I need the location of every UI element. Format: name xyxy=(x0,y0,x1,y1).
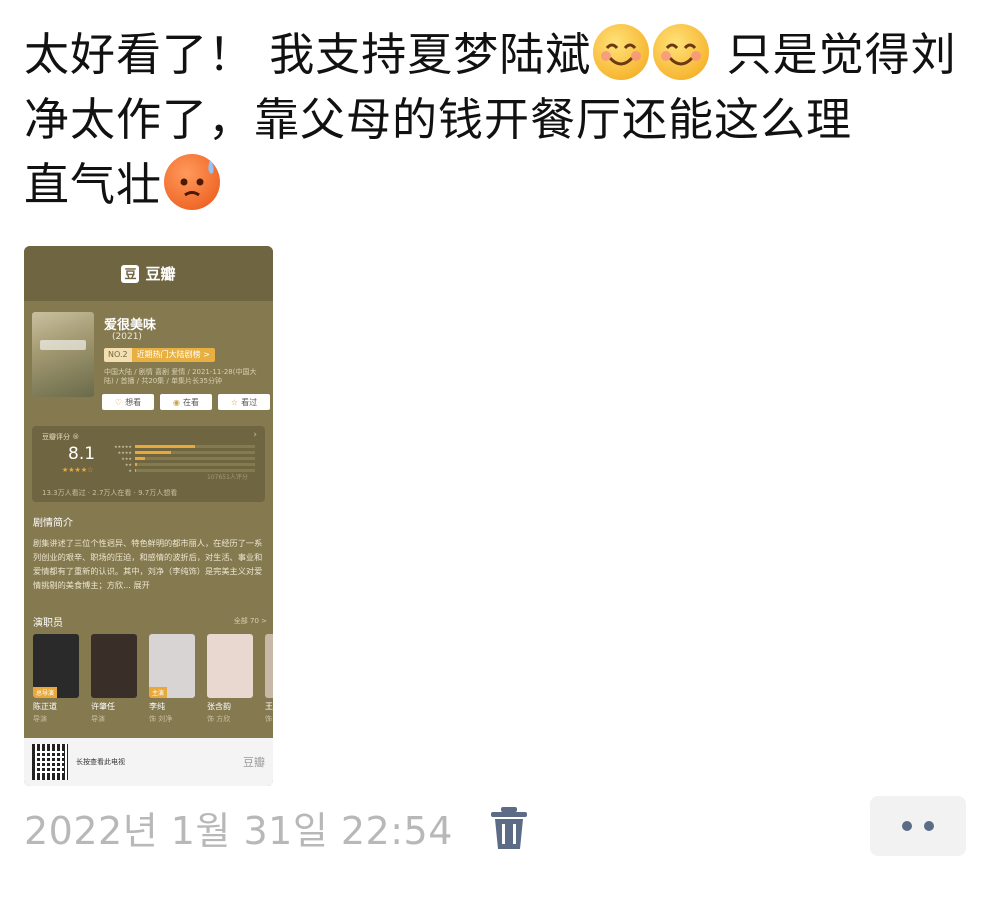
douban-share-card[interactable]: 豆 豆瓣 爱很美味 (2021) NO.2 近期热门大陆剧榜 > 中国大陆 / … xyxy=(24,246,273,786)
post-meta: 2022년 1월 31일 22:54 xyxy=(24,800,529,855)
rating-bar-fill xyxy=(135,451,171,454)
card-brand: 豆瓣 xyxy=(145,265,176,283)
dot-icon xyxy=(902,821,912,831)
rating-bar-fill xyxy=(135,445,195,448)
rating-bar-row: ★★ xyxy=(110,462,255,467)
cast-name: 许肇任 xyxy=(91,702,115,711)
cast-photo: 总导演 xyxy=(33,634,79,698)
card-header: 豆 豆瓣 xyxy=(24,246,273,301)
cast-name: 王 xyxy=(265,702,273,711)
rating-label: 豆瓣评分 ® xyxy=(42,433,80,441)
cast-title: 演职员 xyxy=(33,618,63,629)
cast-name: 陈正道 xyxy=(33,702,57,711)
want-to-watch-button: ♡ 想看 xyxy=(102,394,154,410)
rating-bar-stars: ★★ xyxy=(124,462,132,467)
post-line-1: 太好看了！ 我支持夏梦陆斌 xyxy=(24,28,592,81)
rank-badge: NO.2 近期热门大陆剧榜 > xyxy=(104,348,215,362)
timestamp: 2022년 1월 31일 22:54 xyxy=(24,809,453,853)
watching-button: ◉ 在看 xyxy=(160,394,212,410)
heart-icon: ♡ xyxy=(114,397,123,407)
movie-year: (2021) xyxy=(112,332,142,342)
cast-photo xyxy=(91,634,137,698)
rating-distribution: ★★★★★ ★★★★ ★★★ ★★ ★ xyxy=(110,444,255,474)
smiling-face-icon xyxy=(593,24,650,80)
rating-bar-row: ★★★★★ xyxy=(110,444,255,449)
rating-bar-stars: ★ xyxy=(128,468,132,473)
rating-bar-row: ★★★★ xyxy=(110,450,255,455)
rating-bar-row: ★★★ xyxy=(110,456,255,461)
more-options-button[interactable] xyxy=(870,796,966,856)
cast-member: 王饰 xyxy=(265,634,273,724)
post-line-3: 直气壮 xyxy=(24,158,163,211)
cast-photo xyxy=(265,634,273,698)
qr-code xyxy=(32,744,68,780)
cast-role: 饰 方欣 xyxy=(207,715,231,723)
movie-meta: 中国大陆 / 剧情 喜剧 爱情 / 2021-11-28(中国大陆) / 首播 … xyxy=(104,368,257,385)
cast-member: 张含韵饰 方欣 xyxy=(207,634,253,724)
cast-role: 导演 xyxy=(91,715,105,723)
cast-member: 主演 李纯饰 刘净 xyxy=(149,634,195,724)
cast-more-link: 全部 70 > xyxy=(233,617,267,625)
rating-footer: 13.3万人看过 · 2.7万人在看 · 9.7万人想看 xyxy=(42,489,178,497)
rating-bar-fill xyxy=(135,457,145,460)
cast-photo xyxy=(207,634,253,698)
post-line-2: 净太作了，靠父母的钱开餐厅还能这么理 xyxy=(24,93,853,146)
cast-tag: 主演 xyxy=(149,687,168,698)
rating-bar-fill xyxy=(135,463,138,466)
rating-bar-stars: ★★★★★ xyxy=(114,444,132,449)
cast-name: 李纯 xyxy=(149,702,165,711)
chevron-right-icon: › xyxy=(253,430,257,440)
cast-member: 许肇任 导演 xyxy=(91,634,137,724)
rank-number: NO.2 xyxy=(104,348,132,362)
post-text: 太好看了！ 我支持夏梦陆斌 只是觉得刘 净太作了，靠父母的钱开餐厅还能这么理 直… xyxy=(24,22,974,217)
rating-bar-fill xyxy=(135,469,137,472)
cast-name: 张含韵 xyxy=(207,702,231,711)
post-line-1b: 只是觉得刘 xyxy=(711,28,957,81)
watched-button: ☆ 看过 xyxy=(218,394,270,410)
rating-score: 8.1 xyxy=(68,444,96,464)
rating-bar-stars: ★★★★ xyxy=(117,450,132,455)
rating-box: 豆瓣评分 ® › 8.1 ★★★★☆ ★★★★★ ★★★★ ★★★ ★★ ★ 10765… xyxy=(32,426,265,502)
footer-brand: 豆瓣 xyxy=(243,756,265,769)
cast-list: 总导演 陈正道 导演 许肇任 导演 主演 李纯饰 刘净 张含韵饰 方欣王饰 xyxy=(33,634,273,724)
movie-title: 爱很美味 xyxy=(104,318,157,333)
cast-photo: 主演 xyxy=(149,634,195,698)
anxious-sweat-face-icon xyxy=(164,154,221,210)
cast-role: 饰 xyxy=(265,715,272,723)
synopsis-text: 剧集讲述了三位个性迥异、特色鲜明的都市丽人，在经历了一系列创业的艰辛、职场的压迫… xyxy=(33,538,263,590)
footer-hint: 长按查看此电视 xyxy=(76,758,125,766)
smiling-face-icon xyxy=(653,24,710,80)
movie-poster xyxy=(32,312,94,397)
card-footer: 长按查看此电视 豆瓣 xyxy=(24,738,273,786)
synopsis-title: 剧情简介 xyxy=(33,518,73,529)
rating-stars: ★★★★☆ xyxy=(62,466,94,474)
cast-tag: 总导演 xyxy=(33,687,58,698)
trash-icon[interactable] xyxy=(489,805,529,851)
rating-count: 107651人评分 xyxy=(207,474,248,481)
cast-member: 总导演 陈正道 导演 xyxy=(33,634,79,724)
cast-role: 导演 xyxy=(33,715,47,723)
rank-text: 近期热门大陆剧榜 > xyxy=(131,348,215,362)
douban-logo-icon: 豆 xyxy=(121,264,140,283)
movie-info: 爱很美味 (2021) NO.2 近期热门大陆剧榜 > 中国大陆 / 剧情 喜剧… xyxy=(32,312,270,412)
action-row: ♡ 想看 ◉ 在看 ☆ 看过 xyxy=(102,394,270,410)
star-icon: ☆ xyxy=(230,397,239,407)
eye-icon: ◉ xyxy=(173,397,180,407)
rating-bar-stars: ★★★ xyxy=(121,456,132,461)
dot-icon xyxy=(924,821,934,831)
cast-role: 饰 刘净 xyxy=(149,715,173,723)
